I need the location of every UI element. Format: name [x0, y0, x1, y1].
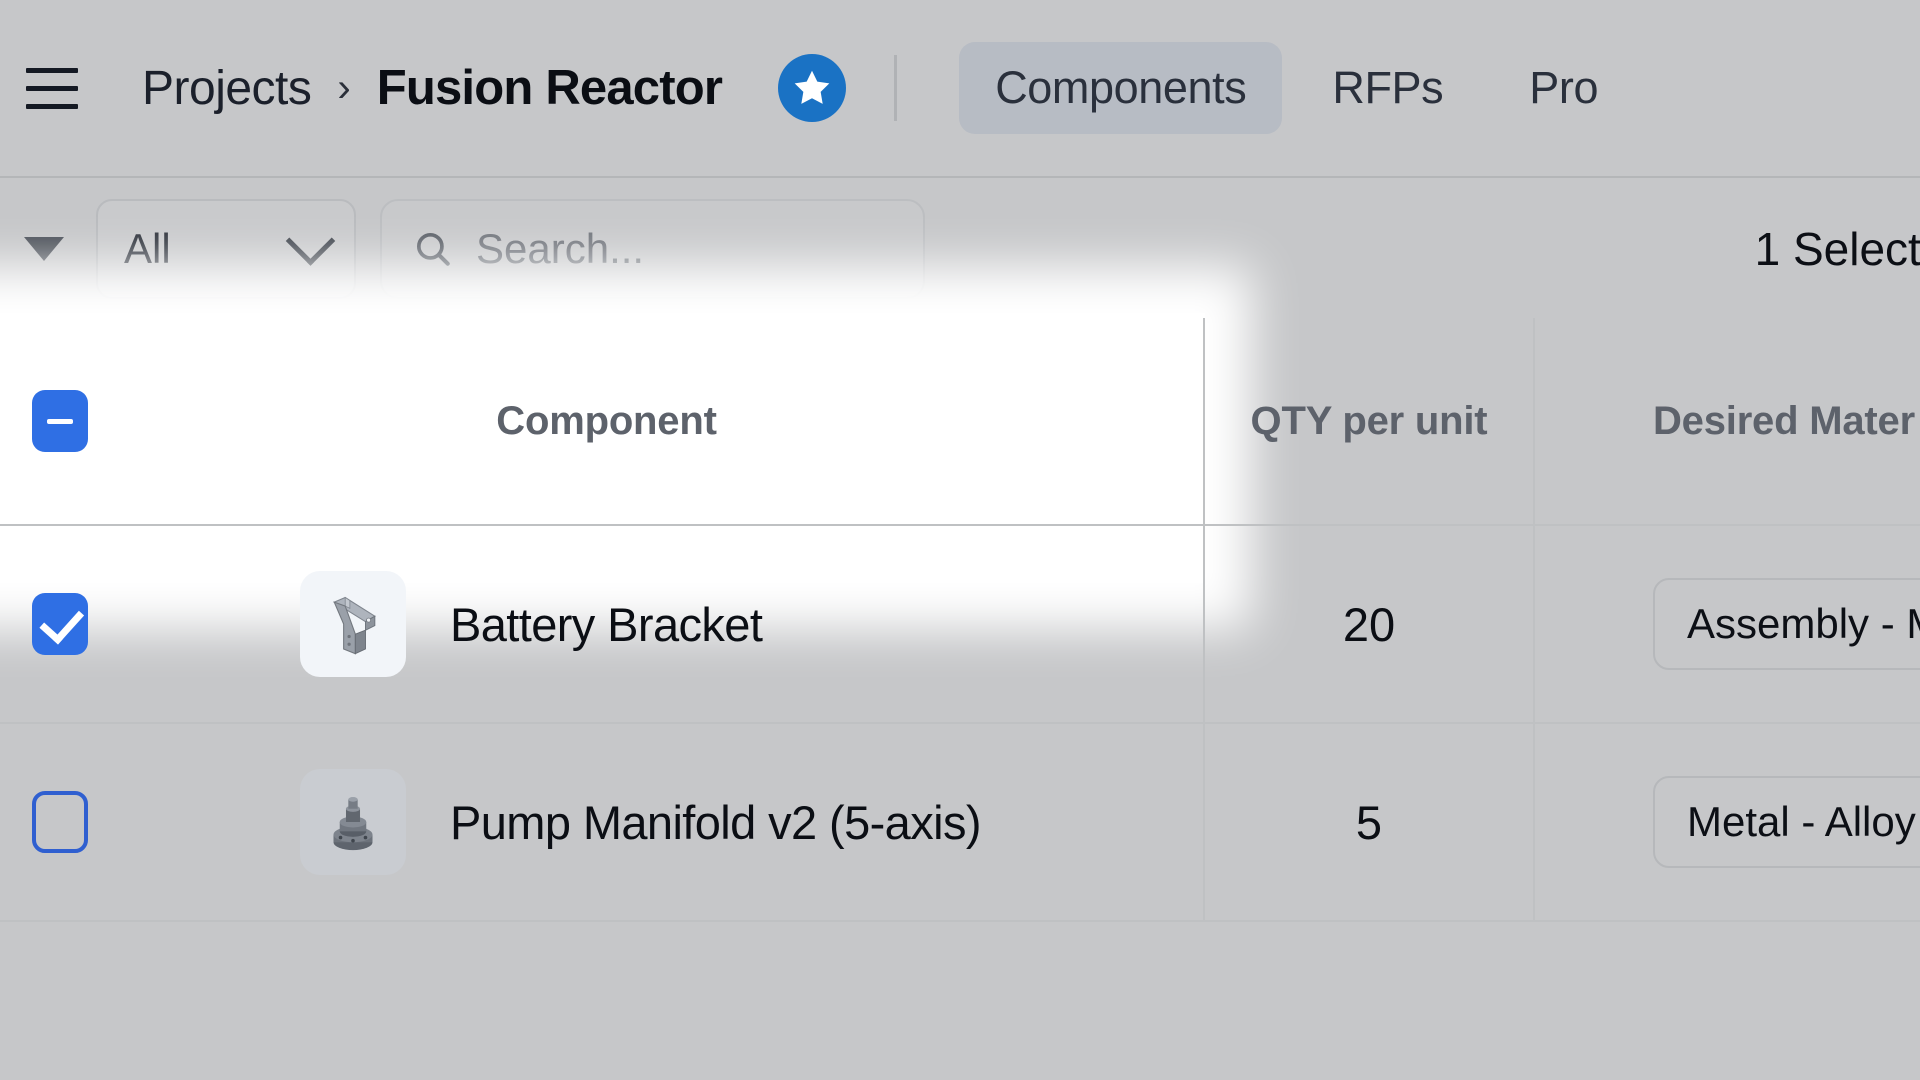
header-component-cell: Component	[120, 318, 1205, 524]
breadcrumb-current-project: Fusion Reactor	[376, 61, 723, 115]
tab-components[interactable]: Components	[959, 42, 1283, 134]
select-all-checkbox[interactable]	[32, 390, 88, 452]
selection-status-text: 1 Selected	[1754, 223, 1920, 275]
header-select-all-cell	[0, 390, 120, 452]
chevron-down-icon	[285, 215, 336, 266]
component-name: Battery Bracket	[450, 597, 763, 651]
toolbar-divider	[894, 55, 898, 121]
breadcrumb: Projects › Fusion Reactor	[142, 60, 723, 116]
row-component-cell: Pump Manifold v2 (5-axis)	[120, 724, 1205, 920]
component-name: Pump Manifold v2 (5-axis)	[450, 795, 982, 849]
components-table: Component QTY per unit Desired Mater Bat…	[0, 318, 1920, 922]
hamburger-menu-icon[interactable]	[26, 61, 80, 115]
filter-toolbar: All Search... 1 Selected	[0, 180, 1920, 318]
row-material-cell: Metal - Alloy	[1535, 724, 1920, 920]
table-row[interactable]: Battery Bracket 20 Assembly - Multip	[0, 526, 1920, 724]
scope-select[interactable]: All	[96, 199, 356, 299]
check-icon	[38, 598, 84, 644]
star-icon[interactable]	[778, 54, 847, 122]
breadcrumb-separator-icon: ›	[337, 65, 351, 110]
row-material-cell: Assembly - Multip	[1535, 526, 1920, 722]
filter-triangle-icon[interactable]	[24, 237, 64, 261]
header-qty-cell: QTY per unit	[1205, 318, 1535, 524]
row-qty-cell: 5	[1205, 724, 1535, 920]
indeterminate-dash-icon	[47, 418, 73, 424]
row-select-cell	[0, 791, 120, 853]
hamburger-line	[26, 67, 78, 73]
search-icon	[416, 232, 450, 266]
material-chip[interactable]: Metal - Alloy	[1653, 776, 1920, 868]
column-header-qty: QTY per unit	[1250, 398, 1488, 443]
row-select-cell	[0, 593, 120, 655]
section-tabs: Components RFPs Pro	[959, 42, 1634, 134]
row-checkbox-unchecked[interactable]	[32, 791, 88, 853]
hamburger-line	[26, 85, 78, 91]
search-placeholder: Search...	[476, 225, 645, 272]
bracket-part-thumbnail	[300, 571, 406, 677]
row-component-cell: Battery Bracket	[120, 526, 1205, 722]
table-row[interactable]: Pump Manifold v2 (5-axis) 5 Metal - Allo…	[0, 724, 1920, 922]
qty-value: 5	[1355, 795, 1383, 849]
scope-select-value: All	[124, 225, 171, 272]
top-navigation-bar: Projects › Fusion Reactor Components RFP…	[0, 0, 1920, 178]
material-chip[interactable]: Assembly - Multip	[1653, 578, 1920, 670]
hamburger-line	[26, 103, 78, 109]
app-root: Projects › Fusion Reactor Components RFP…	[0, 0, 1920, 1080]
header-material-cell: Desired Mater	[1535, 318, 1920, 524]
qty-value: 20	[1342, 597, 1396, 651]
breadcrumb-projects-link[interactable]: Projects	[142, 61, 312, 116]
column-header-component: Component	[496, 398, 717, 443]
table-header-row: Component QTY per unit Desired Mater	[0, 318, 1920, 526]
tab-pro[interactable]: Pro	[1493, 42, 1634, 134]
tab-rfps[interactable]: RFPs	[1296, 42, 1479, 134]
pump-part-thumbnail	[300, 769, 406, 875]
row-qty-cell: 20	[1205, 526, 1535, 722]
row-checkbox-checked[interactable]	[32, 593, 88, 655]
column-header-material: Desired Mater	[1653, 398, 1915, 443]
search-input[interactable]: Search...	[380, 199, 925, 299]
